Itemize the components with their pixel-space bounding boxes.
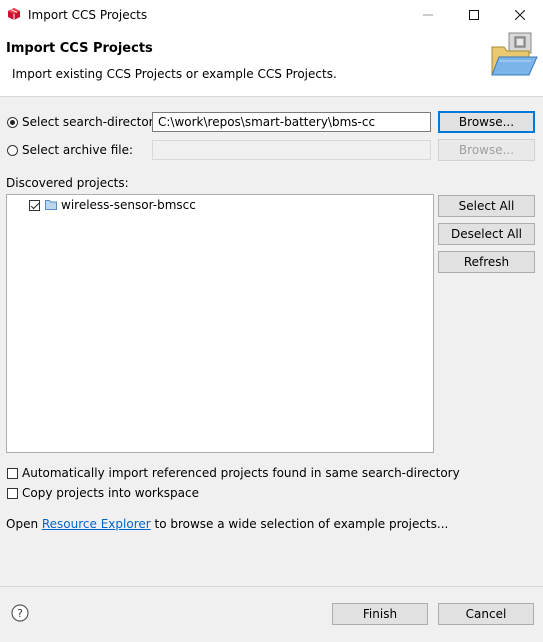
resource-explorer-link[interactable]: Resource Explorer <box>42 517 151 531</box>
archive-file-radio[interactable] <box>7 145 18 156</box>
resource-explorer-text: Open Resource Explorer to browse a wide … <box>6 517 448 531</box>
project-name[interactable]: wireless-sensor-bmscc <box>61 198 196 212</box>
svg-text:?: ? <box>17 607 23 620</box>
select-all-button[interactable]: Select All <box>438 195 535 217</box>
page-title: Import CCS Projects <box>6 41 153 56</box>
close-icon <box>515 10 525 20</box>
search-directory-radio[interactable] <box>7 117 18 128</box>
project-folder-icon <box>45 200 57 210</box>
project-checkbox[interactable] <box>29 200 40 211</box>
copy-projects-label: Copy projects into workspace <box>22 486 200 500</box>
import-folder-icon <box>491 32 538 76</box>
ccs-app-icon <box>8 8 20 20</box>
archive-file-label: Select archive file: <box>22 143 134 157</box>
resource-prefix: Open <box>6 517 42 531</box>
search-directory-field[interactable]: C:\work\repos\smart-battery\bms-cc <box>152 112 431 132</box>
browse-archive-button[interactable]: Browse... <box>438 139 535 161</box>
browse-directory-button[interactable]: Browse... <box>438 111 535 133</box>
auto-import-checkbox[interactable] <box>7 468 18 479</box>
close-button[interactable] <box>497 0 543 30</box>
cancel-button[interactable]: Cancel <box>438 603 534 625</box>
resource-suffix: to browse a wide selection of example pr… <box>150 517 449 531</box>
minimize-button[interactable] <box>405 0 451 30</box>
window-title: Import CCS Projects <box>28 8 148 22</box>
auto-import-label: Automatically import referenced projects… <box>22 466 460 480</box>
copy-projects-checkbox[interactable] <box>7 488 18 499</box>
deselect-all-button[interactable]: Deselect All <box>438 223 535 245</box>
help-icon[interactable]: ? <box>11 604 29 622</box>
finish-button[interactable]: Finish <box>332 603 428 625</box>
discovered-projects-label: Discovered projects: <box>6 176 129 190</box>
archive-file-field[interactable] <box>152 140 431 160</box>
page-description: Import existing CCS Projects or example … <box>12 67 337 81</box>
refresh-button[interactable]: Refresh <box>438 251 535 273</box>
maximize-button[interactable] <box>451 0 497 30</box>
search-directory-label: Select search-directory: <box>22 115 164 129</box>
maximize-icon <box>469 10 479 20</box>
minimize-icon <box>423 14 433 16</box>
projects-list[interactable] <box>6 194 434 453</box>
footer-separator <box>0 586 543 587</box>
